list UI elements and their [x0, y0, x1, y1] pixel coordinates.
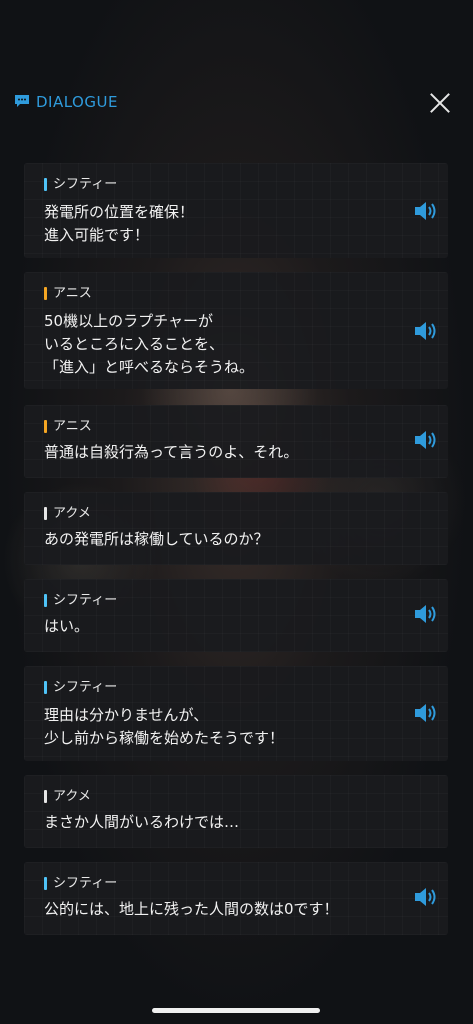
speaker-color-bar	[44, 790, 47, 803]
speaker-name: シフティー	[53, 680, 118, 695]
dialogue-line: 「進入」と呼べるならそうね。	[44, 358, 255, 376]
speaker-name: アニス	[53, 419, 92, 434]
speaker-volume-icon[interactable]	[412, 199, 440, 223]
speaker-name: シフティー	[53, 593, 118, 608]
dialogue-line: 少し前から稼働を始めたそうです！	[44, 729, 285, 747]
speaker-volume-icon[interactable]	[412, 428, 440, 452]
speaker-name: シフティー	[53, 876, 118, 891]
dialogue-title: DIALOGUE	[36, 93, 118, 111]
dialogue-line: あの発電所は稼働しているのか？	[44, 530, 269, 548]
dialogue-line: 公的には、地上に残った人間の数は0です！	[44, 900, 339, 918]
dialogue-entry: シフティー 公的には、地上に残った人間の数は0です！	[24, 862, 448, 935]
speaker-color-bar	[44, 681, 47, 694]
speaker-label: アニス	[44, 286, 92, 301]
dialogue-line: いるところに入ることを、	[44, 335, 225, 353]
speaker-label: シフティー	[44, 680, 117, 695]
speaker-name: アクメ	[53, 506, 91, 521]
speaker-name: アニス	[53, 286, 92, 301]
speaker-volume-icon[interactable]	[412, 319, 440, 343]
speaker-label: アニス	[44, 419, 92, 434]
speaker-label: シフティー	[44, 876, 117, 891]
dialogue-entry: シフティー 理由は分かりませんが、 少し前から稼働を始めたそうです！	[24, 666, 448, 761]
dialogue-entry: アクメ まさか人間がいるわけでは…	[24, 775, 448, 848]
speaker-label: アクメ	[44, 789, 91, 804]
speaker-color-bar	[44, 287, 47, 300]
dialogue-header: DIALOGUE	[0, 86, 473, 120]
speaker-volume-icon[interactable]	[412, 885, 440, 909]
home-indicator[interactable]	[152, 1008, 320, 1013]
speaker-name: アクメ	[53, 789, 91, 804]
speaker-color-bar	[44, 178, 47, 191]
dialogue-screen: DIALOGUE シフティー 発電所の位置を確保！ 進入可能です！ アニス 50…	[0, 0, 473, 1024]
dialogue-line: まさか人間がいるわけでは…	[44, 813, 240, 831]
dialogue-line: 発電所の位置を確保！	[44, 203, 195, 221]
speaker-volume-icon[interactable]	[412, 701, 440, 725]
speaker-color-bar	[44, 877, 47, 890]
dialogue-entry: アニス 50機以上のラプチャーが いるところに入ることを、 「進入」と呼べるなら…	[24, 272, 448, 389]
close-icon[interactable]	[428, 91, 452, 115]
dialogue-entry: アニス 普通は自殺行為って言うのよ、それ。	[24, 405, 448, 478]
dialogue-line: 50機以上のラプチャーが	[44, 312, 213, 330]
speaker-label: アクメ	[44, 506, 91, 521]
speaker-color-bar	[44, 594, 47, 607]
dialogue-line: 理由は分かりませんが、	[44, 706, 209, 724]
dialogue-entry: シフティー はい。	[24, 579, 448, 652]
speaker-label: シフティー	[44, 177, 117, 192]
speaker-name: シフティー	[53, 177, 118, 192]
chat-bubble-icon	[15, 95, 29, 107]
dialogue-entry: アクメ あの発電所は稼働しているのか？	[24, 492, 448, 565]
speaker-label: シフティー	[44, 593, 117, 608]
speaker-volume-icon[interactable]	[412, 602, 440, 626]
speaker-color-bar	[44, 507, 47, 520]
dialogue-line: 普通は自殺行為って言うのよ、それ。	[44, 443, 299, 461]
dialogue-line: 進入可能です！	[44, 226, 150, 244]
dialogue-entry: シフティー 発電所の位置を確保！ 進入可能です！	[24, 163, 448, 258]
speaker-color-bar	[44, 420, 47, 433]
dialogue-line: はい。	[44, 617, 90, 635]
